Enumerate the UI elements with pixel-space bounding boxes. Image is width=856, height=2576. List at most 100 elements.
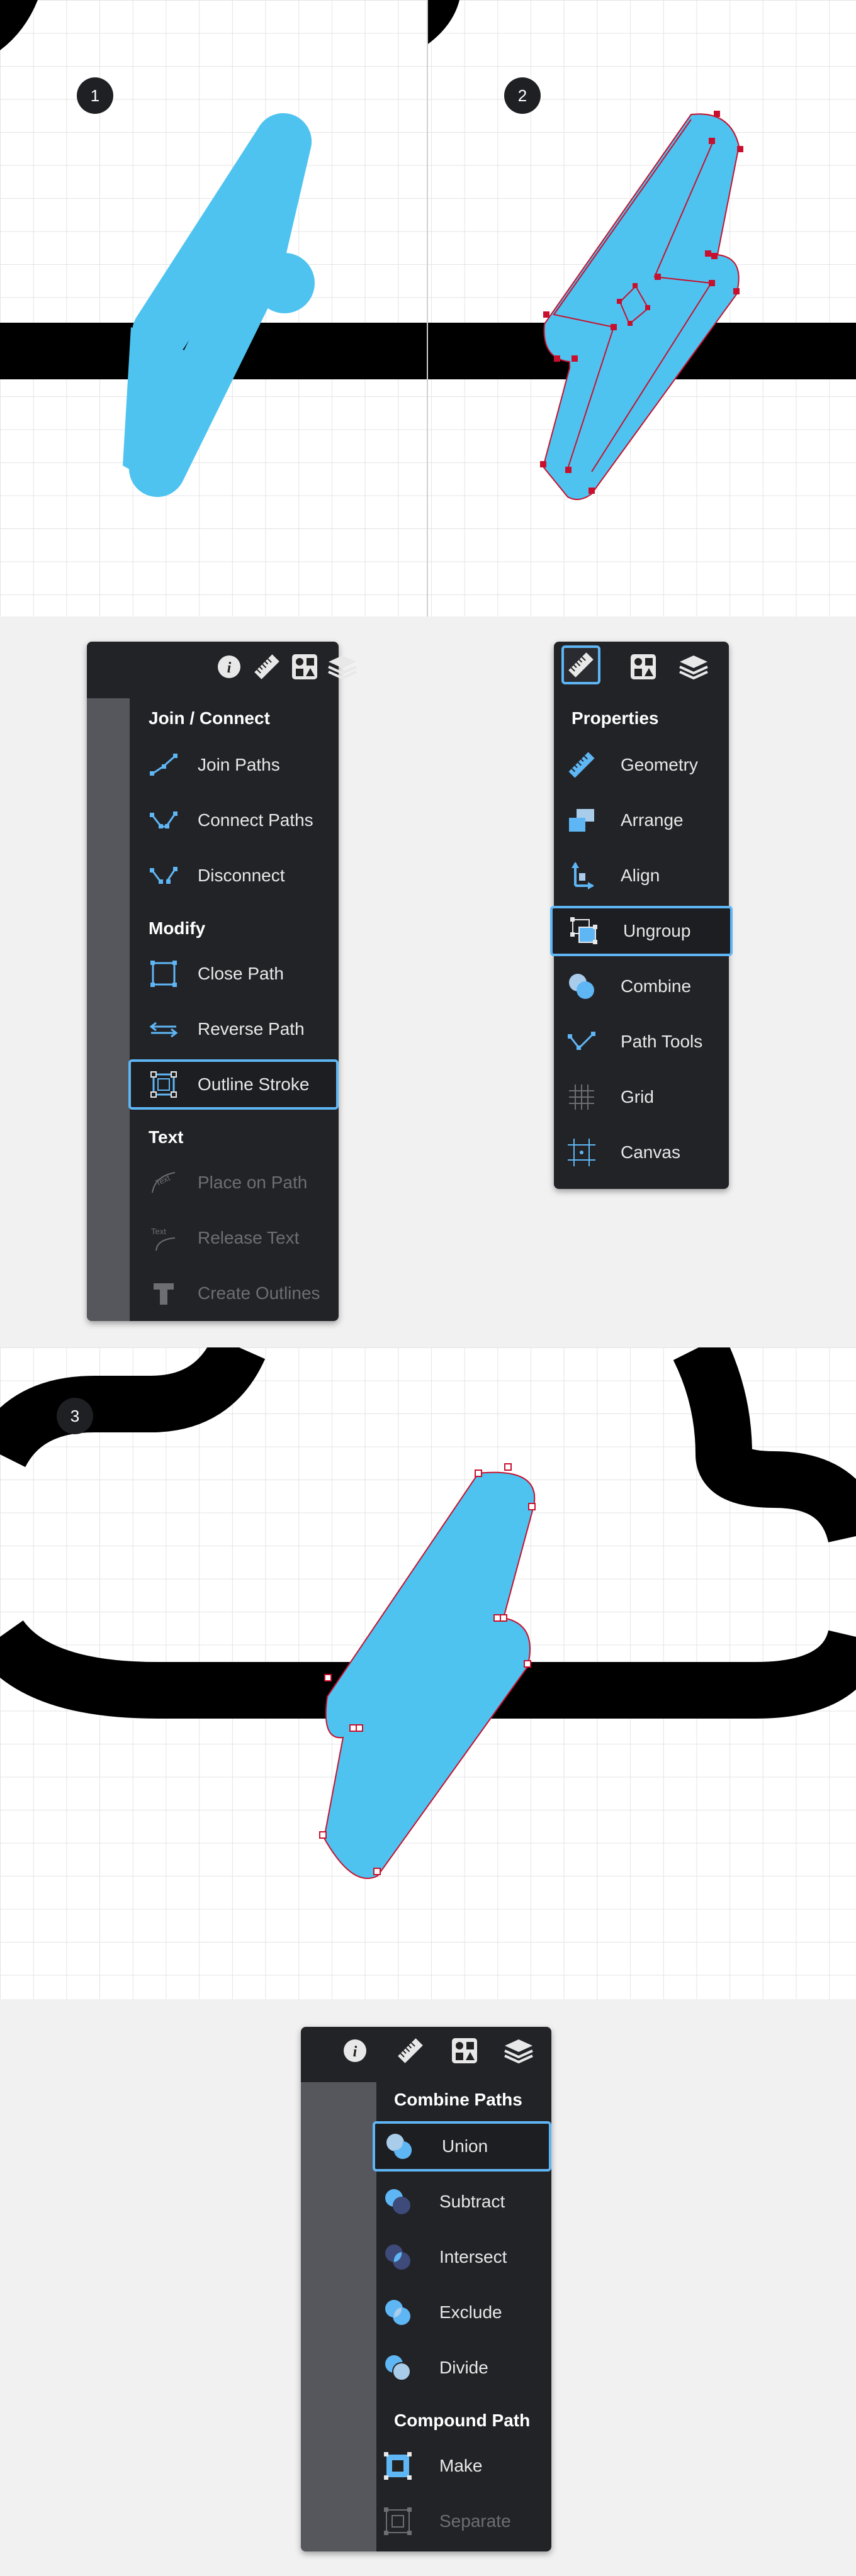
menu-item-label: Combine xyxy=(621,976,692,996)
svg-text:Text: Text xyxy=(154,1173,171,1188)
section-text: Text xyxy=(149,1127,184,1147)
menu-item-create-outlines[interactable]: Create Outlines xyxy=(130,1271,339,1316)
layers-icon xyxy=(328,655,357,680)
menu-item-connect-paths[interactable]: Connect Paths xyxy=(130,798,339,843)
menu-item-label: Divide xyxy=(439,2358,488,2377)
disconnect-icon xyxy=(149,861,179,891)
combine-icon xyxy=(566,971,597,1001)
svg-text:i: i xyxy=(353,2044,358,2060)
section-modify: Modify xyxy=(149,918,206,938)
outline-stroke-icon xyxy=(149,1069,179,1100)
reverse-path-icon xyxy=(149,1014,179,1044)
menu-item-disconnect[interactable]: Disconnect xyxy=(130,853,339,898)
shapes-icon xyxy=(292,654,317,679)
menu-item-place-on-path[interactable]: Text Place on Path xyxy=(130,1160,339,1205)
menu-item-intersect[interactable]: Intersect xyxy=(376,2234,551,2280)
menu-item-outline-stroke[interactable]: Outline Stroke xyxy=(128,1059,339,1110)
tab-shapes[interactable] xyxy=(287,649,322,684)
menu-item-label: Union xyxy=(442,2136,488,2156)
layers-icon xyxy=(679,655,708,680)
step-badge-2: 2 xyxy=(504,77,541,114)
bolt-outline xyxy=(540,111,743,500)
tab-shapes[interactable] xyxy=(447,2033,482,2068)
place-on-path-icon: Text xyxy=(149,1168,179,1198)
ruler-icon xyxy=(254,654,279,679)
artboard-top-canvas xyxy=(0,0,856,500)
cloud-stroke-top-left xyxy=(0,1347,266,1468)
artboard-top: 1 2 xyxy=(0,0,856,616)
ungroup-icon xyxy=(569,916,599,946)
menu-item-canvas[interactable]: Canvas xyxy=(554,1130,729,1175)
shapes-icon xyxy=(452,2038,477,2063)
layers-icon xyxy=(504,2039,533,2064)
menu-item-ungroup[interactable]: Ungroup xyxy=(550,906,733,956)
menu-item-align[interactable]: Align xyxy=(554,853,729,898)
cloud-stroke-fragment xyxy=(428,0,459,44)
menu-item-make[interactable]: Make xyxy=(376,2443,551,2489)
section-join-connect: Join / Connect xyxy=(149,708,270,728)
tab-layers[interactable] xyxy=(325,649,360,684)
menu-item-subtract[interactable]: Subtract xyxy=(376,2179,551,2224)
menu-item-separate[interactable]: Separate xyxy=(376,2499,551,2544)
menu-item-geometry[interactable]: Geometry xyxy=(554,742,729,788)
canvas-icon xyxy=(566,1137,597,1168)
tab-shapes[interactable] xyxy=(626,649,661,684)
tab-geometry[interactable] xyxy=(393,2033,428,2068)
tab-info[interactable]: i xyxy=(211,649,247,684)
menu-item-grid[interactable]: Grid xyxy=(554,1074,729,1120)
menu-item-close-path[interactable]: Close Path xyxy=(130,951,339,996)
svg-text:Text: Text xyxy=(151,1227,166,1236)
ruler-icon xyxy=(398,2038,423,2063)
menu-item-union[interactable]: Union xyxy=(373,2121,551,2172)
menu-item-join-paths[interactable]: Join Paths xyxy=(130,742,339,788)
tab-layers[interactable] xyxy=(501,2033,536,2068)
tutorial-page: 1 2 i Join / Connect Join Paths Connect … xyxy=(0,0,856,2576)
separate-compound-icon xyxy=(383,2506,413,2536)
join-paths-icon xyxy=(149,750,179,780)
subtract-icon xyxy=(383,2187,413,2217)
artboard-divider xyxy=(427,0,428,616)
tab-geometry[interactable] xyxy=(249,649,284,684)
cloud-stroke-fragment xyxy=(0,0,38,50)
menu-item-path-tools[interactable]: Path Tools xyxy=(554,1019,729,1064)
section-combine-paths: Combine Paths xyxy=(394,2090,522,2109)
menu-item-label: Canvas xyxy=(621,1142,680,1162)
shapes-icon xyxy=(631,654,656,679)
bolt-stroke xyxy=(123,113,315,497)
menu-item-label: Exclude xyxy=(439,2302,502,2322)
section-properties: Properties xyxy=(572,708,659,728)
menu-item-reverse-path[interactable]: Reverse Path xyxy=(130,1006,339,1052)
menu-item-exclude[interactable]: Exclude xyxy=(376,2290,551,2335)
close-path-icon xyxy=(149,959,179,989)
bolt-united xyxy=(319,1463,536,1879)
svg-text:i: i xyxy=(227,660,232,676)
info-icon: i xyxy=(344,2039,366,2062)
exclude-icon xyxy=(383,2297,413,2328)
path-tools-icon xyxy=(566,1027,597,1057)
intersect-icon xyxy=(383,2242,413,2272)
menu-item-divide[interactable]: Divide xyxy=(376,2345,551,2390)
menu-item-release-text[interactable]: Text Release Text xyxy=(130,1215,339,1261)
menu-item-label: Ungroup xyxy=(623,921,691,940)
step-badge-3: 3 xyxy=(57,1398,93,1434)
menu-item-arrange[interactable]: Arrange xyxy=(554,798,729,843)
menu-item-label: Create Outlines xyxy=(198,1283,320,1303)
menu-item-label: Path Tools xyxy=(621,1032,703,1051)
menu-item-label: Outline Stroke xyxy=(198,1074,310,1094)
divide-icon xyxy=(383,2353,413,2383)
menu-item-label: Geometry xyxy=(621,755,698,774)
panel-rail xyxy=(301,2082,376,2551)
connect-paths-icon xyxy=(149,805,179,835)
menu-item-label: Connect Paths xyxy=(198,810,313,830)
menu-item-label: Disconnect xyxy=(198,866,285,885)
tab-info[interactable]: i xyxy=(337,2033,373,2068)
tab-layers[interactable] xyxy=(676,649,711,684)
menu-item-label: Grid xyxy=(621,1087,654,1107)
combine-paths-panel: i Combine Paths Union Subtract Intersect… xyxy=(301,2027,551,2551)
artboard-bottom: 3 xyxy=(0,1347,856,1999)
ruler-icon xyxy=(568,652,594,677)
menu-item-label: Subtract xyxy=(439,2192,505,2211)
menu-item-combine[interactable]: Combine xyxy=(554,964,729,1009)
tab-geometry[interactable] xyxy=(561,645,600,684)
ruler-icon xyxy=(566,750,597,780)
